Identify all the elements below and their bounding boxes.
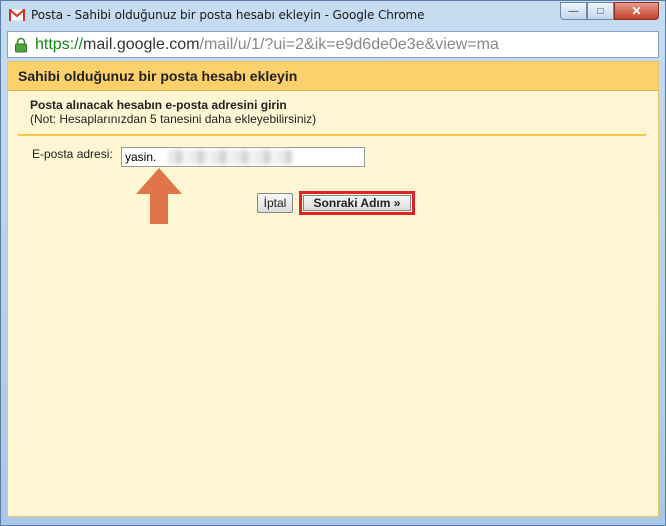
cancel-button[interactable]: İptal — [257, 193, 293, 213]
divider — [18, 134, 646, 136]
window-controls: — □ ✕ — [560, 2, 659, 20]
url-domain: mail.google.com — [83, 36, 200, 53]
email-label: E-posta adresi: — [32, 147, 113, 161]
browser-window: Posta - Sahibi olduğunuz bir posta hesab… — [0, 0, 666, 526]
url-scheme: https:// — [35, 36, 84, 53]
instructions: Posta alınacak hesabın e-posta adresini … — [30, 98, 316, 126]
title-bar[interactable]: Posta - Sahibi olduğunuz bir posta hesab… — [1, 1, 665, 31]
address-bar[interactable]: https://mail.google.com/mail/u/1/?ui=2&i… — [7, 31, 659, 58]
next-step-button[interactable]: Sonraki Adım » — [303, 195, 411, 211]
dialog-content: Sahibi olduğunuz bir posta hesabı ekleyi… — [7, 61, 659, 517]
maximize-button[interactable]: □ — [587, 2, 614, 20]
minimize-button[interactable]: — — [560, 2, 587, 20]
url-path: /mail/u/1/?ui=2&ik=e9d6de0e3e&view=ma — [199, 36, 499, 53]
instruction-text: Posta alınacak hesabın e-posta adresini … — [30, 98, 287, 112]
gmail-icon — [9, 9, 25, 21]
close-button[interactable]: ✕ — [614, 2, 659, 20]
dialog-header: Sahibi olduğunuz bir posta hesabı ekleyi… — [8, 62, 658, 91]
lock-icon — [15, 37, 27, 53]
note-text: (Not: Hesaplarınızdan 5 tanesini daha ek… — [30, 112, 317, 126]
redacted-email-blur — [168, 150, 292, 164]
next-button-highlight: Sonraki Adım » — [299, 191, 415, 215]
dialog-title: Sahibi olduğunuz bir posta hesabı ekleyi… — [18, 68, 298, 84]
window-title: Posta - Sahibi olduğunuz bir posta hesab… — [31, 8, 425, 22]
arrow-up-icon — [136, 168, 182, 224]
url-text[interactable]: https://mail.google.com/mail/u/1/?ui=2&i… — [35, 36, 499, 54]
